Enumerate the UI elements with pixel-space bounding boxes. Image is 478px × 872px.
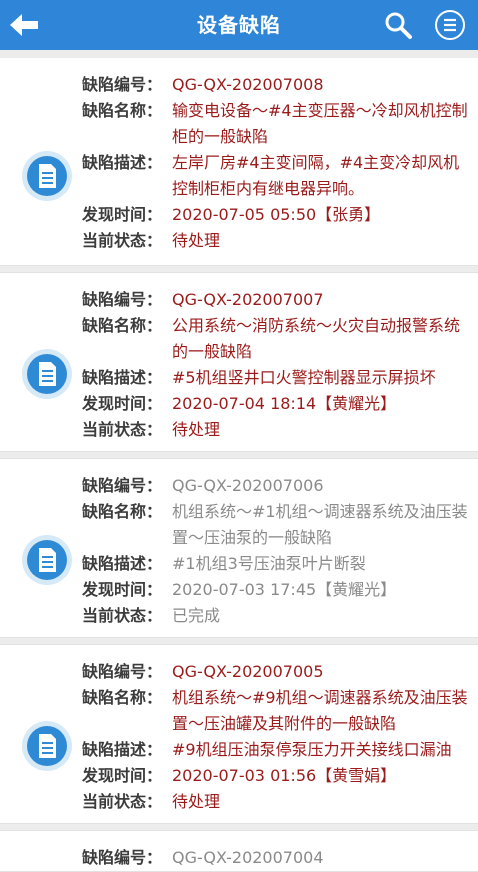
found-time-row: 发现时间： 2020-07-03 01:56【黄雪娟】	[82, 763, 468, 789]
document-icon	[22, 348, 72, 399]
defect-desc-row: 缺陷描述： #5机组竖井口火警控制器显示屏损坏	[82, 365, 468, 391]
defect-name-label: 缺陷名称：	[82, 316, 163, 335]
status-row: 当前状态： 已完成	[82, 603, 468, 629]
defect-desc-label: 缺陷描述：	[82, 554, 163, 573]
status-row: 当前状态： 待处理	[82, 228, 468, 254]
found-time-label: 发现时间：	[82, 580, 163, 599]
defect-id-row: 缺陷编号： QG-QX-202007004	[82, 845, 468, 871]
found-time-row: 发现时间： 2020-07-05 05:50【张勇】	[82, 202, 468, 228]
defect-desc-label: 缺陷描述：	[82, 368, 163, 387]
found-time: 2020-07-03 17:45【黄耀光】	[172, 580, 397, 599]
defect-fields: 缺陷编号： QG-QX-202007006 缺陷名称： 机组系统～#1机组～调速…	[82, 473, 468, 629]
defect-id-row: 缺陷编号： QG-QX-202007006	[82, 473, 468, 499]
defect-list: 缺陷编号： QG-QX-202007008 缺陷名称： 输变电设备～#4主变压器…	[0, 58, 478, 872]
defect-name-row: 缺陷名称： 输变电设备～#4主变压器～冷却风机控制柜的一般缺陷	[82, 98, 468, 150]
defect-id-row: 缺陷编号： QG-QX-202007005	[82, 659, 468, 685]
defect-desc-row: 缺陷描述： #1机组3号压油泵叶片断裂	[82, 551, 468, 577]
status-row: 当前状态： 待处理	[82, 417, 468, 443]
defect-name-row: 缺陷名称： 机组系统～#1机组～调速器系统及油压装置～压油泵的一般缺陷	[82, 499, 468, 551]
defect-name-label: 缺陷名称：	[82, 688, 163, 707]
defect-card[interactable]: 缺陷编号： QG-QX-202007005 缺陷名称： 机组系统～#9机组～调速…	[0, 644, 478, 824]
defect-id-label: 缺陷编号：	[82, 290, 163, 309]
status-value: 待处理	[172, 231, 221, 250]
defect-id-label: 缺陷编号：	[82, 848, 163, 867]
defect-id: QG-QX-202007006	[172, 476, 324, 495]
defect-name: 机组系统～#1机组～调速器系统及油压装置～压油泵的一般缺陷	[172, 502, 468, 547]
status-label: 当前状态：	[82, 420, 163, 439]
status-label: 当前状态：	[82, 792, 163, 811]
defect-name-label: 缺陷名称：	[82, 502, 163, 521]
defect-id-row: 缺陷编号： QG-QX-202007007	[82, 287, 468, 313]
defect-card[interactable]: 缺陷编号： QG-QX-202007006 缺陷名称： 机组系统～#1机组～调速…	[0, 458, 478, 638]
defect-name-row: 缺陷名称： 公用系统～消防系统～火灾自动报警系统的一般缺陷	[82, 313, 468, 365]
defect-desc: #5机组竖井口火警控制器显示屏损坏	[172, 368, 436, 387]
found-time-label: 发现时间：	[82, 394, 163, 413]
defect-fields: 缺陷编号： QG-QX-202007007 缺陷名称： 公用系统～消防系统～火灾…	[82, 287, 468, 443]
defect-id-row: 缺陷编号： QG-QX-202007008	[82, 72, 468, 98]
status-value: 已完成	[172, 606, 221, 625]
defect-name: 机组系统～#9机组～调速器系统及油压装置～压油罐及其附件的一般缺陷	[172, 688, 468, 733]
defect-name: 输变电设备～#4主变压器～冷却风机控制柜的一般缺陷	[172, 101, 468, 146]
status-value: 待处理	[172, 792, 221, 811]
search-icon[interactable]	[383, 10, 413, 40]
status-label: 当前状态：	[82, 231, 163, 250]
defect-desc-row: 缺陷描述： 左岸厂房#4主变间隔，#4主变冷却风机控制柜柜内有继电器异响。	[82, 150, 468, 202]
defect-id: QG-QX-202007008	[172, 75, 324, 94]
defect-fields: 缺陷编号： QG-QX-202007005 缺陷名称： 机组系统～#9机组～调速…	[82, 659, 468, 815]
defect-card[interactable]: 缺陷编号： QG-QX-202007004	[0, 830, 478, 872]
document-icon	[22, 151, 72, 202]
status-value: 待处理	[172, 420, 221, 439]
found-time-row: 发现时间： 2020-07-04 18:14【黄耀光】	[82, 391, 468, 417]
menu-icon[interactable]	[434, 9, 466, 41]
defect-name-label: 缺陷名称：	[82, 101, 163, 120]
found-time: 2020-07-03 01:56【黄雪娟】	[172, 766, 397, 785]
status-row: 当前状态： 待处理	[82, 789, 468, 815]
defect-desc-label: 缺陷描述：	[82, 153, 163, 172]
found-time-label: 发现时间：	[82, 205, 163, 224]
document-icon	[22, 720, 72, 771]
defect-desc-row: 缺陷描述： #9机组压油泵停泵压力开关接线口漏油	[82, 737, 468, 763]
defect-id-label: 缺陷编号：	[82, 476, 163, 495]
defect-fields: 缺陷编号： QG-QX-202007008 缺陷名称： 输变电设备～#4主变压器…	[82, 72, 468, 254]
defect-card[interactable]: 缺陷编号： QG-QX-202007007 缺陷名称： 公用系统～消防系统～火灾…	[0, 272, 478, 452]
defect-desc: #9机组压油泵停泵压力开关接线口漏油	[172, 740, 452, 759]
defect-desc: 左岸厂房#4主变间隔，#4主变冷却风机控制柜柜内有继电器异响。	[172, 153, 460, 198]
defect-desc: #1机组3号压油泵叶片断裂	[172, 554, 366, 573]
defect-name: 公用系统～消防系统～火灾自动报警系统的一般缺陷	[172, 316, 461, 361]
status-label: 当前状态：	[82, 606, 163, 625]
found-time: 2020-07-04 18:14【黄耀光】	[172, 394, 397, 413]
document-icon	[22, 534, 72, 585]
defect-id-label: 缺陷编号：	[82, 662, 163, 681]
defect-name-row: 缺陷名称： 机组系统～#9机组～调速器系统及油压装置～压油罐及其附件的一般缺陷	[82, 685, 468, 737]
found-time-row: 发现时间： 2020-07-03 17:45【黄耀光】	[82, 577, 468, 603]
defect-card[interactable]: 缺陷编号： QG-QX-202007008 缺陷名称： 输变电设备～#4主变压器…	[0, 58, 478, 266]
defect-id: QG-QX-202007005	[172, 662, 324, 681]
top-bar: 设备缺陷	[0, 0, 478, 50]
found-time: 2020-07-05 05:50【张勇】	[172, 205, 381, 224]
found-time-label: 发现时间：	[82, 766, 163, 785]
defect-fields: 缺陷编号： QG-QX-202007004	[82, 845, 468, 871]
defect-id: QG-QX-202007004	[172, 848, 324, 867]
defect-desc-label: 缺陷描述：	[82, 740, 163, 759]
defect-id-label: 缺陷编号：	[82, 75, 163, 94]
defect-id: QG-QX-202007007	[172, 290, 324, 309]
